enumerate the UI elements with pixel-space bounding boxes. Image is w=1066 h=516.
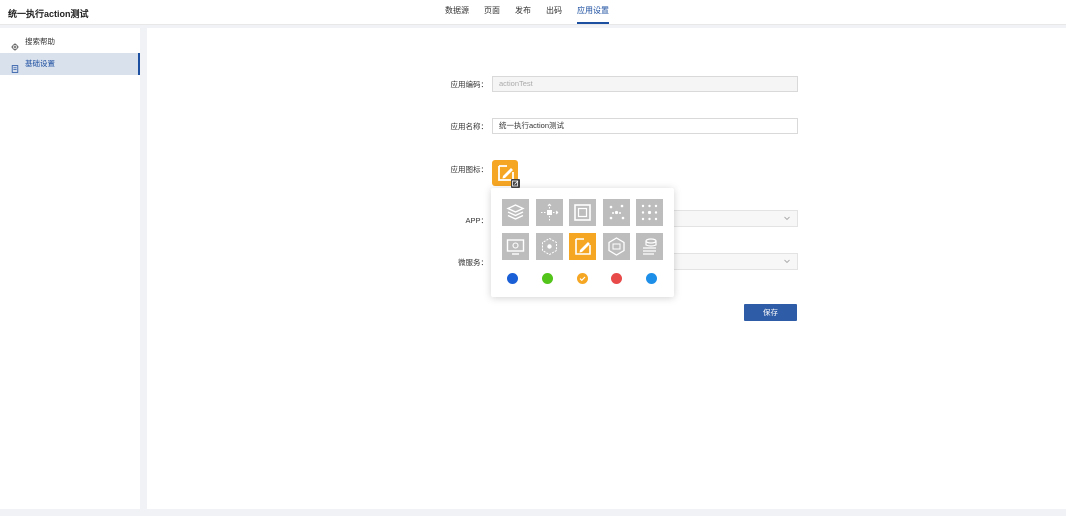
app-name-field[interactable]: 统一执行action测试	[492, 118, 798, 134]
hexagon-network-icon[interactable]	[536, 233, 563, 260]
chevron-down-icon	[783, 214, 791, 222]
app-title: 统一执行action测试	[8, 9, 89, 19]
top-bar: 统一执行action测试 数据源 页面 发布 出码 应用设置	[0, 0, 1066, 25]
sidebar: 搜索帮助 基础设置	[0, 28, 140, 509]
gear-icon	[11, 38, 19, 51]
network-grid-icon[interactable]	[636, 199, 663, 226]
frame-icon[interactable]	[569, 199, 596, 226]
app-name-label: 应用名称：	[450, 122, 489, 131]
edit-box-icon[interactable]	[569, 233, 596, 260]
sidebar-item-basic-settings[interactable]: 基础设置	[0, 53, 140, 75]
color-option-red[interactable]	[611, 273, 622, 284]
tab-pages[interactable]: 页面	[484, 0, 500, 22]
layers-icon[interactable]	[502, 199, 529, 226]
sidebar-item-search-help[interactable]: 搜索帮助	[0, 31, 140, 53]
app-label: APP：	[465, 216, 488, 225]
app-icon-button[interactable]	[492, 160, 520, 188]
tab-publish[interactable]: 发布	[515, 0, 531, 22]
sidebar-item-label: 搜索帮助	[25, 37, 55, 46]
top-nav: 数据源 页面 发布 出码 应用设置	[445, 0, 624, 24]
color-option-orange-selected[interactable]	[577, 273, 588, 284]
app-code-field: actionTest	[492, 76, 798, 92]
color-option-light-blue[interactable]	[646, 273, 657, 284]
change-icon-badge	[511, 179, 520, 188]
cube-icon[interactable]	[603, 233, 630, 260]
tab-data-source[interactable]: 数据源	[445, 0, 469, 22]
icon-picker-popup	[491, 188, 674, 297]
tab-app-settings[interactable]: 应用设置	[577, 0, 609, 24]
document-icon	[11, 60, 19, 73]
monitor-settings-icon[interactable]	[502, 233, 529, 260]
tab-export-code[interactable]: 出码	[546, 0, 562, 22]
database-flow-icon[interactable]	[636, 233, 663, 260]
color-option-blue[interactable]	[507, 273, 518, 284]
check-icon	[579, 276, 586, 282]
microservice-label: 微服务：	[458, 258, 488, 267]
app-icon-label: 应用图标：	[450, 165, 489, 174]
save-button[interactable]: 保存	[744, 304, 797, 321]
settings-panel: 应用编码： actionTest 应用名称： 统一执行action测试 应用图标…	[147, 28, 1066, 509]
scatter-nodes-icon[interactable]	[603, 199, 630, 226]
move-arrows-icon[interactable]	[536, 199, 563, 226]
sidebar-item-label: 基础设置	[25, 59, 55, 68]
app-code-label: 应用编码：	[450, 80, 489, 89]
bottom-bar	[0, 510, 1066, 516]
chevron-down-icon	[783, 257, 791, 265]
color-option-green[interactable]	[542, 273, 553, 284]
